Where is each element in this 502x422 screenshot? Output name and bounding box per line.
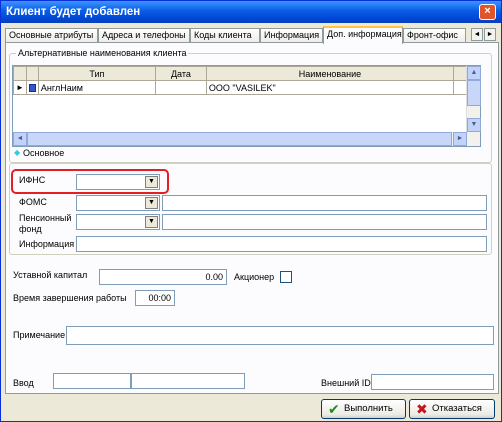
grid-header-type[interactable]: Тип xyxy=(37,66,156,81)
foms-name-field[interactable] xyxy=(162,195,487,211)
note-field[interactable] xyxy=(66,326,494,345)
cell-date[interactable] xyxy=(154,80,207,95)
chevron-down-icon[interactable]: ▼ xyxy=(145,197,158,209)
grid-header-indicator xyxy=(13,66,27,81)
chevron-down-icon[interactable]: ▼ xyxy=(145,216,158,228)
pension-label-line1: Пенсионный xyxy=(19,213,72,223)
capital-label: Уставной капитал xyxy=(13,270,88,280)
grid-header-row: Тип Дата Наименование xyxy=(13,66,474,81)
dialog-window: Клиент будет добавлен × Основные атрибут… xyxy=(0,0,502,422)
scroll-left-icon[interactable]: ◄ xyxy=(13,132,27,146)
grid-header-check xyxy=(25,66,39,81)
cell-type[interactable]: АнглНаим xyxy=(37,80,156,95)
note-label: Примечание xyxy=(13,330,66,340)
end-time-field[interactable]: 00:00 xyxy=(135,290,175,306)
close-icon: × xyxy=(484,5,491,17)
row-selector-icon: ► xyxy=(13,80,27,95)
cross-icon: ✖ xyxy=(416,401,428,417)
input-label: Ввод xyxy=(13,378,34,388)
pension-name-field[interactable] xyxy=(162,214,487,230)
close-button[interactable]: × xyxy=(479,4,496,20)
grid-horizontal-scrollbar[interactable]: ◄ ► xyxy=(13,132,467,146)
ok-button-label: Выполнить xyxy=(344,403,393,414)
info-field[interactable] xyxy=(76,236,487,252)
row-square-icon xyxy=(28,83,36,92)
scroll-right-icon[interactable]: ► xyxy=(453,132,467,146)
end-time-label: Время завершения работы xyxy=(13,293,127,303)
tab-information[interactable]: Информация xyxy=(260,28,323,43)
input-field-2[interactable] xyxy=(131,373,245,389)
capital-field[interactable]: 0.00 xyxy=(99,269,227,285)
tab-front-office[interactable]: Фронт-офис xyxy=(403,28,466,43)
grid-header-date[interactable]: Дата xyxy=(154,66,207,81)
scroll-up-icon[interactable]: ▲ xyxy=(467,66,481,80)
title-bar: Клиент будет добавлен × xyxy=(1,1,501,23)
pension-label-line2: фонд xyxy=(19,224,42,234)
checkmark-icon: ✔ xyxy=(328,401,340,417)
chevron-down-icon[interactable]: ▼ xyxy=(145,176,158,188)
tab-scroll-left-icon[interactable]: ◄ xyxy=(471,28,483,41)
row-color-cell xyxy=(25,80,39,95)
legend-primary: Основное xyxy=(23,148,65,158)
tab-strip: Основные атрибуты Адреса и телефоны Коды… xyxy=(5,26,499,44)
grid-header-name[interactable]: Наименование xyxy=(205,66,454,81)
shareholder-label: Акционер xyxy=(234,272,275,282)
cell-name[interactable]: ООО "VASILEK" xyxy=(205,80,454,95)
scroll-thumb[interactable] xyxy=(467,80,481,106)
scroll-down-icon[interactable]: ▼ xyxy=(467,118,481,132)
grid-vertical-scrollbar[interactable]: ▲ ▼ xyxy=(466,66,481,146)
table-row[interactable]: ► АнглНаим ООО "VASILEK" xyxy=(13,80,474,95)
ok-button[interactable]: ✔ Выполнить xyxy=(321,399,406,419)
info-label: Информация xyxy=(19,239,75,249)
external-id-label: Внешний ID xyxy=(321,378,371,388)
ifns-combo[interactable]: ▼ xyxy=(76,174,160,190)
cancel-button[interactable]: ✖ Отказаться xyxy=(409,399,495,419)
pension-combo[interactable]: ▼ xyxy=(76,214,160,230)
foms-label: ФОМС xyxy=(19,197,47,207)
tab-addresses-phones[interactable]: Адреса и телефоны xyxy=(98,28,190,43)
hscroll-thumb[interactable] xyxy=(27,132,452,146)
alt-names-group-label: Альтернативные наименования клиента xyxy=(16,48,189,58)
tab-main-attributes[interactable]: Основные атрибуты xyxy=(5,28,98,43)
alt-names-grid[interactable]: Тип Дата Наименование ► АнглНаим ООО "VA… xyxy=(12,65,481,147)
window-title: Клиент будет добавлен xyxy=(6,6,141,18)
shareholder-checkbox[interactable] xyxy=(280,271,292,283)
ifns-label: ИФНС xyxy=(19,175,46,185)
input-field-1[interactable] xyxy=(53,373,131,389)
legend-marker-icon: ◆ xyxy=(14,148,21,157)
external-id-field[interactable] xyxy=(371,374,494,390)
cancel-button-label: Отказаться xyxy=(432,403,482,414)
tab-additional-info[interactable]: Доп. информация xyxy=(323,26,403,44)
tab-client-codes[interactable]: Коды клиента xyxy=(190,28,260,43)
tab-scroll-right-icon[interactable]: ► xyxy=(484,28,496,41)
foms-combo[interactable]: ▼ xyxy=(76,195,160,211)
